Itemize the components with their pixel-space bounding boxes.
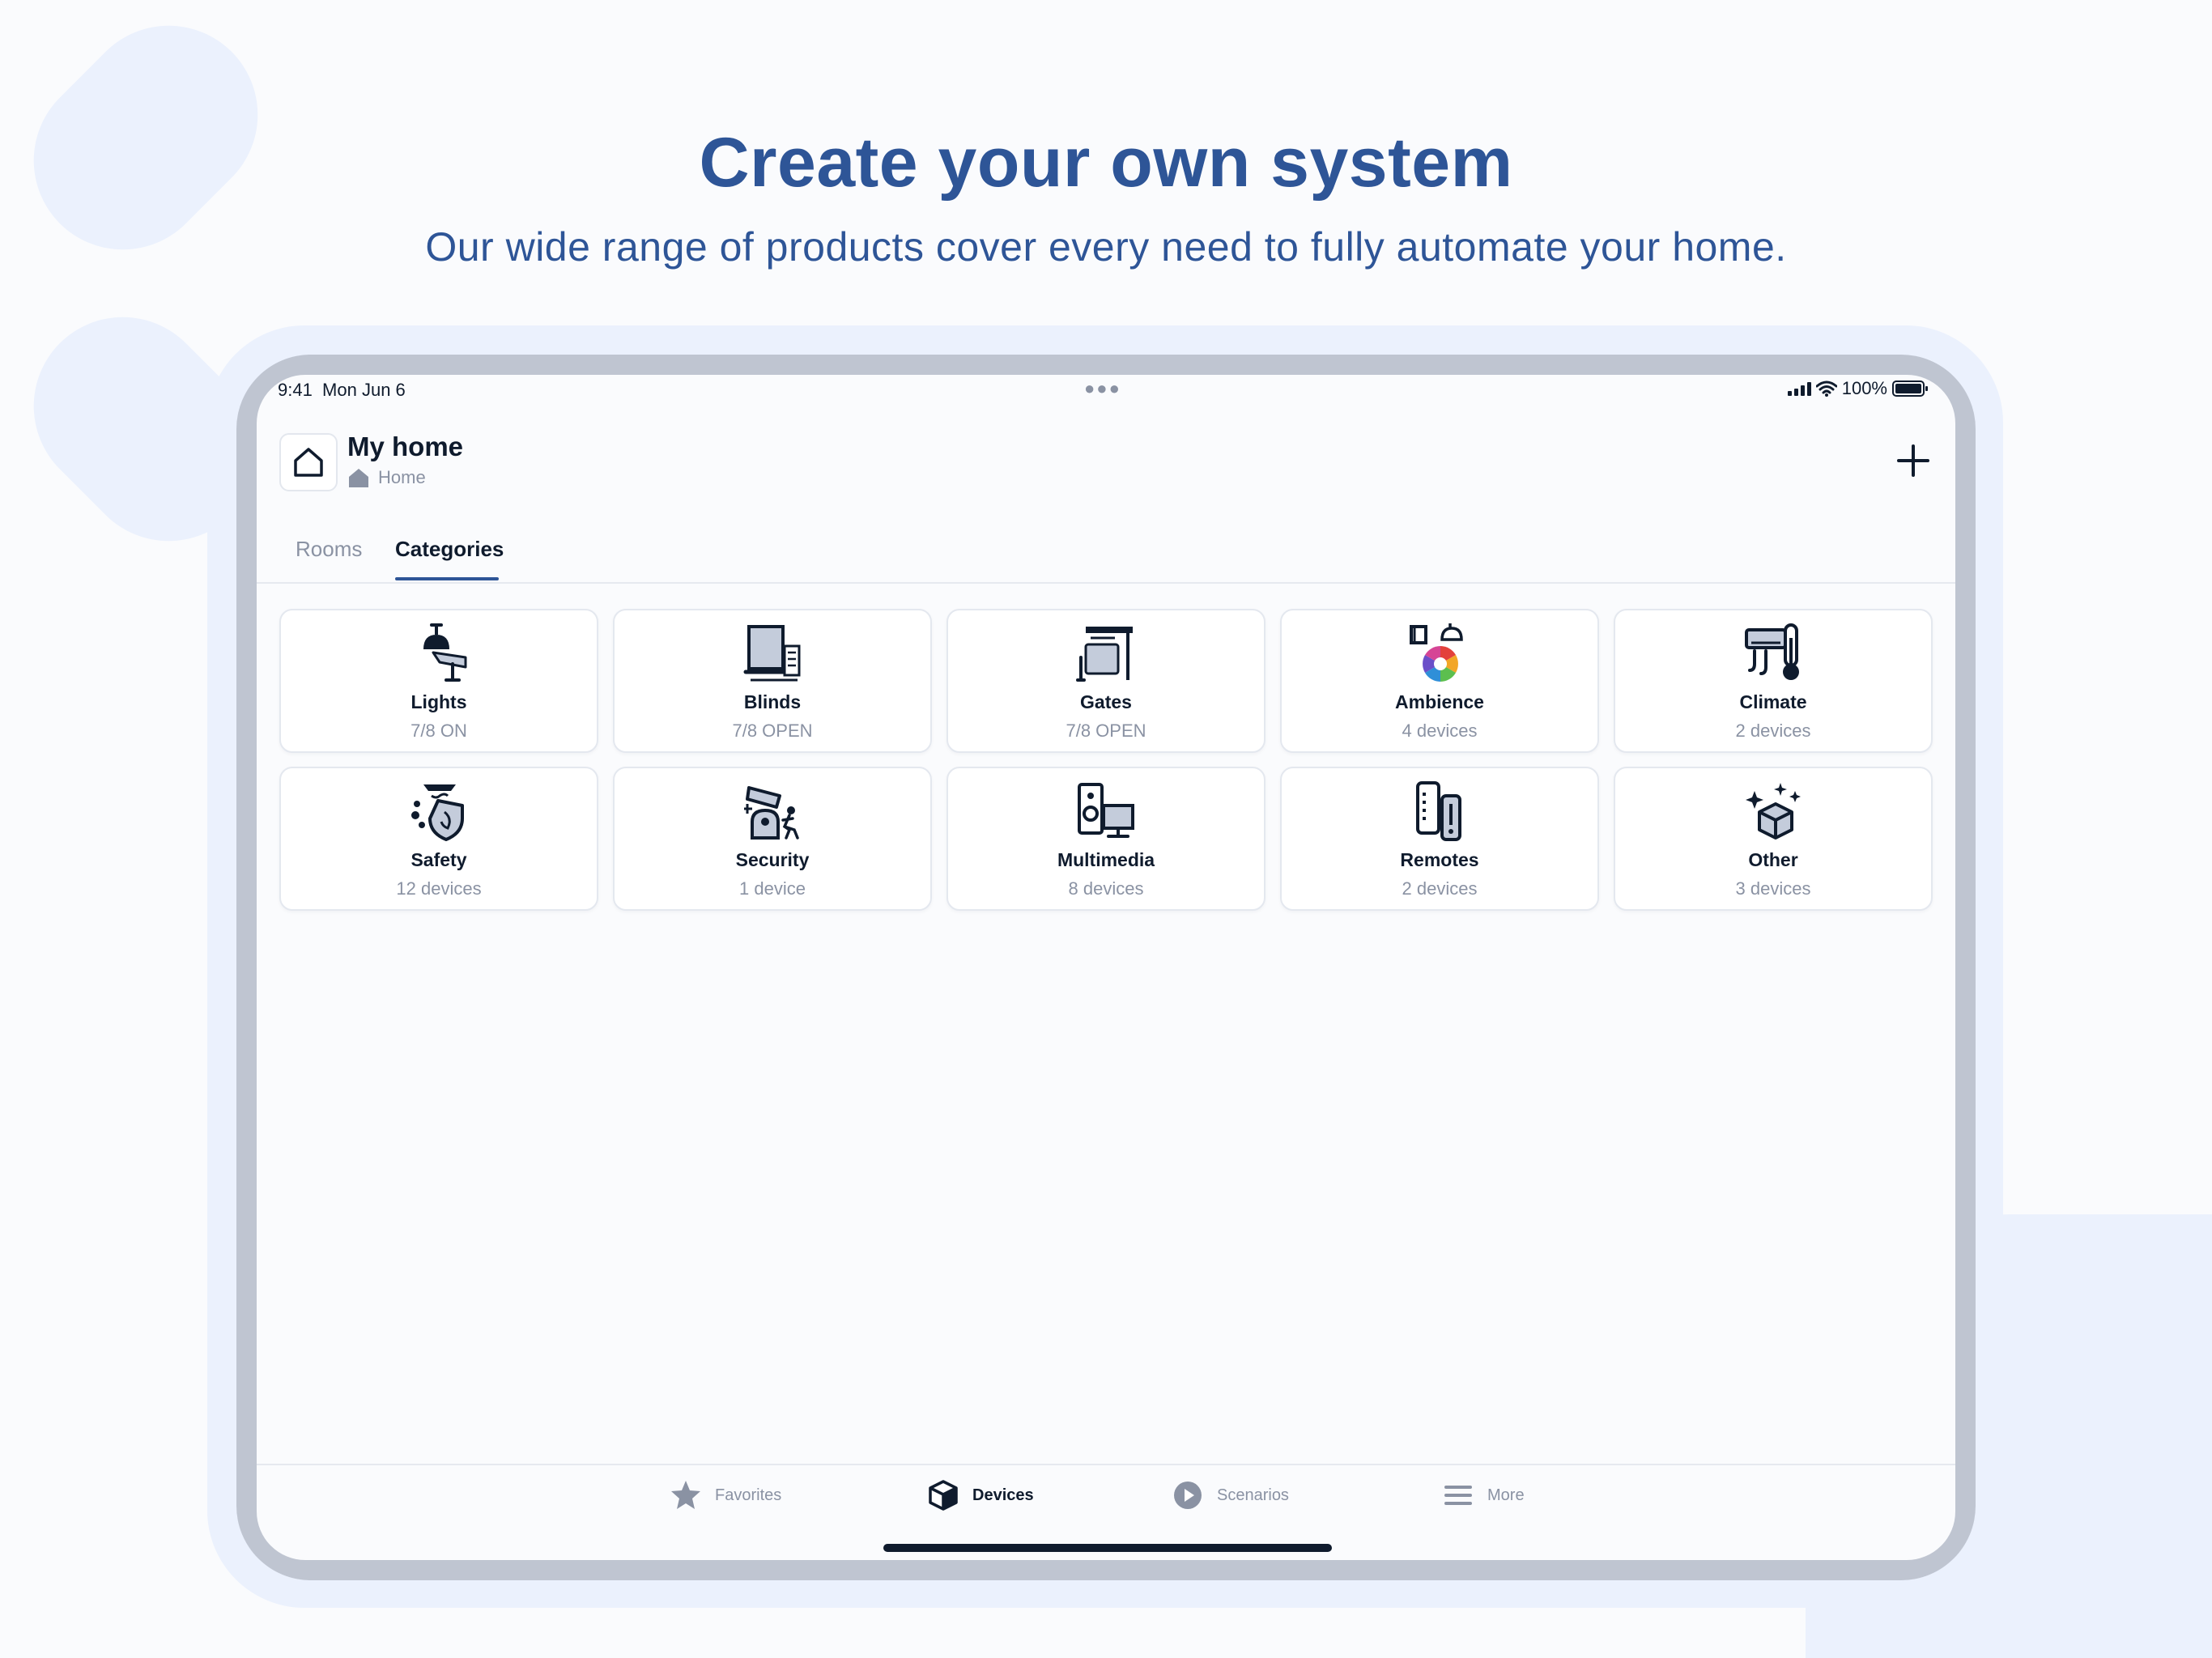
nav-label: Scenarios (1217, 1486, 1289, 1504)
category-status: 3 devices (1735, 878, 1811, 899)
blinds-icon (743, 625, 801, 682)
category-status: 2 devices (1735, 721, 1811, 741)
tab-rooms[interactable]: Rooms (296, 537, 362, 562)
nav-more[interactable]: More (1442, 1479, 1525, 1511)
category-status: 8 devices (1068, 878, 1144, 899)
category-card-security[interactable]: Security 1 device (613, 767, 932, 911)
category-status: 7/8 OPEN (1066, 721, 1146, 741)
multitask-dots-icon[interactable]: ●●● (1084, 378, 1121, 399)
category-name: Multimedia (1057, 849, 1155, 870)
category-card-gates[interactable]: Gates 7/8 OPEN (946, 609, 1266, 753)
category-card-multimedia[interactable]: Multimedia 8 devices (946, 767, 1266, 911)
nav-devices[interactable]: Devices (927, 1479, 1034, 1511)
category-card-remotes[interactable]: Remotes 2 devices (1280, 767, 1599, 911)
category-card-ambience[interactable]: Ambience 4 devices (1280, 609, 1599, 753)
speaker-tv-icon (1078, 783, 1134, 838)
tablet-screen: 9:41 Mon Jun 6 ●●● 100% My home Home Roo… (257, 375, 1955, 1560)
star-icon (671, 1481, 700, 1509)
category-card-safety[interactable]: Safety 12 devices (279, 767, 598, 911)
play-circle-icon (1174, 1482, 1202, 1509)
battery-percent: 100% (1841, 378, 1887, 398)
nav-label: Devices (972, 1486, 1034, 1504)
category-card-lights[interactable]: Lights 7/8 ON (279, 609, 598, 753)
category-name: Blinds (743, 691, 802, 712)
remote-control-icon (1416, 781, 1461, 841)
thermometer-ac-icon (1745, 623, 1799, 680)
ceiling-lamp-icon (423, 623, 467, 682)
home-subtitle: Home (347, 467, 426, 488)
category-name: Remotes (1400, 849, 1479, 870)
house-filled-icon (349, 469, 368, 487)
menu-lines-icon (1444, 1486, 1472, 1505)
shield-flame-icon (411, 784, 464, 841)
category-card-blinds[interactable]: Blinds 7/8 OPEN (613, 609, 932, 753)
category-name: Lights (410, 691, 467, 712)
gate-icon (1076, 627, 1133, 682)
category-name: Security (735, 849, 810, 870)
category-grid: Lights 7/8 ON Blinds 7/8 OPEN Gates 7/8 … (279, 609, 1933, 911)
wifi-icon (1815, 380, 1837, 397)
category-name: Climate (1739, 691, 1807, 712)
category-name: Ambience (1395, 691, 1484, 712)
category-card-climate[interactable]: Climate 2 devices (1614, 609, 1933, 753)
ambience-color-icon (1410, 623, 1463, 682)
status-indicators: 100% (1787, 378, 1929, 399)
nav-label: Favorites (715, 1486, 782, 1504)
cellular-signal-icon (1787, 381, 1811, 396)
active-tab-indicator (395, 577, 499, 580)
house-outline-icon (294, 448, 323, 477)
category-status: 12 devices (396, 878, 482, 899)
category-card-other[interactable]: Other 3 devices (1614, 767, 1933, 911)
nav-favorites[interactable]: Favorites (670, 1479, 781, 1511)
home-subtitle-label: Home (378, 467, 426, 487)
marketing-headline: Create your own system (699, 124, 1513, 202)
category-status: 7/8 ON (410, 721, 467, 741)
tab-categories[interactable]: Categories (395, 537, 504, 562)
tab-divider (257, 582, 1955, 584)
camera-alarm-icon (744, 786, 799, 840)
category-status: 7/8 OPEN (732, 721, 813, 741)
battery-icon (1892, 380, 1928, 397)
nav-label: More (1487, 1486, 1525, 1504)
nav-scenarios[interactable]: Scenarios (1172, 1479, 1289, 1511)
home-title[interactable]: My home (347, 432, 463, 462)
category-status: 1 device (739, 878, 806, 899)
status-time: 9:41 Mon Jun 6 (278, 380, 406, 400)
category-name: Gates (1080, 691, 1132, 712)
add-button[interactable] (1894, 441, 1933, 480)
cube-icon (929, 1480, 958, 1511)
sparkle-box-icon (1746, 783, 1801, 840)
category-name: Safety (410, 849, 467, 870)
marketing-subline: Our wide range of products cover every n… (425, 224, 1787, 270)
tabbar-divider (257, 1464, 1955, 1465)
plus-icon (1897, 444, 1929, 477)
category-status: 4 devices (1402, 721, 1478, 741)
bottom-tab-bar: Favorites Devices Scenarios More (257, 1479, 1955, 1536)
home-indicator (883, 1544, 1332, 1552)
home-switcher-button[interactable] (279, 433, 338, 491)
category-name: Other (1748, 849, 1798, 870)
category-status: 2 devices (1402, 878, 1478, 899)
